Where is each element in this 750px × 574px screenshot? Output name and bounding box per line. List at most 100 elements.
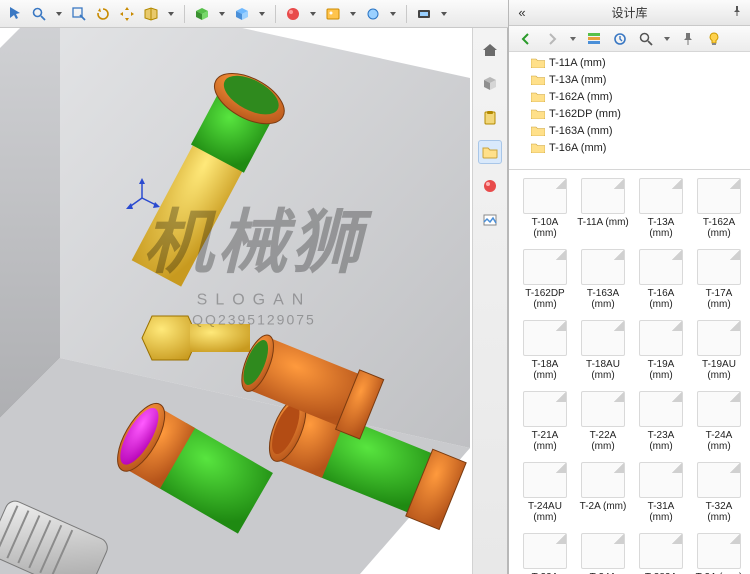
grid-folder[interactable]: T-24A (mm): [693, 391, 745, 452]
grid-folder[interactable]: T-2A (mm): [577, 462, 629, 523]
main-toolbar: [0, 0, 508, 28]
tree-folder[interactable]: T-13A (mm): [509, 71, 750, 88]
grid-folder[interactable]: T-162DP (mm): [519, 249, 571, 310]
grid-folder[interactable]: T-21A (mm): [519, 391, 571, 452]
grid-folder[interactable]: T-22A (mm): [577, 391, 629, 452]
appearances-icon[interactable]: [478, 174, 502, 198]
view-settings-dropdown[interactable]: [388, 5, 398, 23]
display-style-icon[interactable]: [193, 5, 211, 23]
zoom-dropdown[interactable]: [54, 5, 64, 23]
grid-folder-label: T-19AU (mm): [693, 359, 745, 381]
grid-folder[interactable]: T-19A (mm): [635, 320, 687, 381]
appearance-dropdown[interactable]: [308, 5, 318, 23]
clipboard-icon[interactable]: [478, 106, 502, 130]
feature-tree-icon[interactable]: [478, 72, 502, 96]
lightbulb-icon[interactable]: [705, 30, 723, 48]
hide-show-dropdown[interactable]: [257, 5, 267, 23]
folder-thumb: [581, 533, 625, 569]
hide-show-icon[interactable]: [233, 5, 251, 23]
folder-thumb: [523, 249, 567, 285]
tree-folder-label: T-16A (mm): [549, 142, 606, 154]
folder-tree[interactable]: T-11A (mm)T-13A (mm) T-162A (mm) T-162DP (…: [509, 52, 750, 170]
model-scene: [0, 28, 508, 574]
grid-folder-label: T-22A (mm): [577, 430, 629, 452]
grid-folder-label: T-24A (mm): [693, 430, 745, 452]
grid-folder[interactable]: T-16A (mm): [635, 249, 687, 310]
zoom-fit-icon[interactable]: [30, 5, 48, 23]
tree-folder-label: T-162DP (mm): [549, 108, 621, 120]
decals-icon[interactable]: [478, 208, 502, 232]
grid-folder[interactable]: T-18AU (mm): [577, 320, 629, 381]
grid-folder[interactable]: T-162A (mm): [693, 178, 745, 239]
grid-folder[interactable]: T-382A (mm): [635, 533, 687, 574]
panel-collapse-button[interactable]: «: [509, 5, 535, 20]
folder-thumb: [581, 249, 625, 285]
tree-folder[interactable]: T-163A (mm): [509, 122, 750, 139]
forward-arrow-icon[interactable]: [543, 30, 561, 48]
folder-thumb: [639, 533, 683, 569]
grid-folder[interactable]: T-32A (mm): [693, 462, 745, 523]
tree-folder-label: T-162A (mm): [549, 91, 613, 103]
filter-icon[interactable]: [611, 30, 629, 48]
grid-folder-label: T-31A (mm): [635, 501, 687, 523]
grid-folder[interactable]: T-23A (mm): [635, 391, 687, 452]
rotate-view-icon[interactable]: [94, 5, 112, 23]
tree-folder[interactable]: T-162A (mm): [509, 88, 750, 105]
folder-thumb: [697, 249, 741, 285]
grid-folder-label: T-32A (mm): [693, 501, 745, 523]
grid-folder[interactable]: T-33A (mm): [519, 533, 571, 574]
home-icon[interactable]: [478, 38, 502, 62]
graphics-viewport[interactable]: 机械狮 SLOGAN QQ2395129075: [0, 28, 508, 574]
tree-folder[interactable]: T-162DP (mm): [509, 105, 750, 122]
grid-folder-label: T-10A (mm): [519, 217, 571, 239]
folder-thumb: [523, 391, 567, 427]
stacked-books-icon[interactable]: [585, 30, 603, 48]
grid-folder[interactable]: T-13A (mm): [635, 178, 687, 239]
panel-pin-button[interactable]: [724, 4, 750, 22]
folder-icon: [531, 74, 545, 85]
grid-folder[interactable]: T-19AU (mm): [693, 320, 745, 381]
back-arrow-icon[interactable]: [517, 30, 535, 48]
folder-thumb: [697, 533, 741, 569]
tree-folder[interactable]: T-16A (mm): [509, 139, 750, 156]
search-dropdown[interactable]: [663, 37, 671, 41]
folder-icon: [531, 57, 545, 68]
grid-folder[interactable]: T-11A (mm): [577, 178, 629, 239]
file-explorer-icon[interactable]: [478, 140, 502, 164]
section-icon[interactable]: [142, 5, 160, 23]
render-tools-icon[interactable]: [415, 5, 433, 23]
nav-history-dropdown[interactable]: [569, 37, 577, 41]
pan-icon[interactable]: [118, 5, 136, 23]
grid-folder-label: T-11A (mm): [577, 217, 629, 228]
grid-folder[interactable]: T-163A (mm): [577, 249, 629, 310]
grid-folder-label: T-21A (mm): [519, 430, 571, 452]
apply-scene-icon[interactable]: [324, 5, 342, 23]
grid-folder[interactable]: T-10A (mm): [519, 178, 571, 239]
edit-appearance-icon[interactable]: [284, 5, 302, 23]
folder-thumb: [523, 462, 567, 498]
render-dropdown[interactable]: [439, 5, 449, 23]
grid-folder[interactable]: T-31A (mm): [635, 462, 687, 523]
grid-folder[interactable]: T-17A (mm): [693, 249, 745, 310]
folder-grid[interactable]: T-10A (mm) T-11A (mm) T-13A (mm)T-162A (mm…: [509, 170, 750, 574]
grid-folder[interactable]: T-24AU (mm): [519, 462, 571, 523]
folder-thumb: [581, 178, 625, 214]
display-style-dropdown[interactable]: [217, 5, 227, 23]
search-icon[interactable]: [637, 30, 655, 48]
section-dropdown[interactable]: [166, 5, 176, 23]
cursor-icon[interactable]: [6, 5, 24, 23]
zoom-area-icon[interactable]: [70, 5, 88, 23]
toolbar-separator: [184, 5, 185, 23]
grid-folder[interactable]: T-3A (mm): [693, 533, 745, 574]
tree-folder[interactable]: T-11A (mm): [509, 54, 750, 71]
toolbar-separator: [275, 5, 276, 23]
scene-dropdown[interactable]: [348, 5, 358, 23]
pushpin-icon[interactable]: [679, 30, 697, 48]
grid-folder-label: T-16A (mm): [635, 288, 687, 310]
view-settings-icon[interactable]: [364, 5, 382, 23]
grid-folder[interactable]: T-18A (mm): [519, 320, 571, 381]
folder-thumb: [581, 391, 625, 427]
grid-folder[interactable]: T-34A (mm): [577, 533, 629, 574]
tree-folder-label: T-163A (mm): [549, 125, 613, 137]
grid-folder-label: T-162DP (mm): [519, 288, 571, 310]
